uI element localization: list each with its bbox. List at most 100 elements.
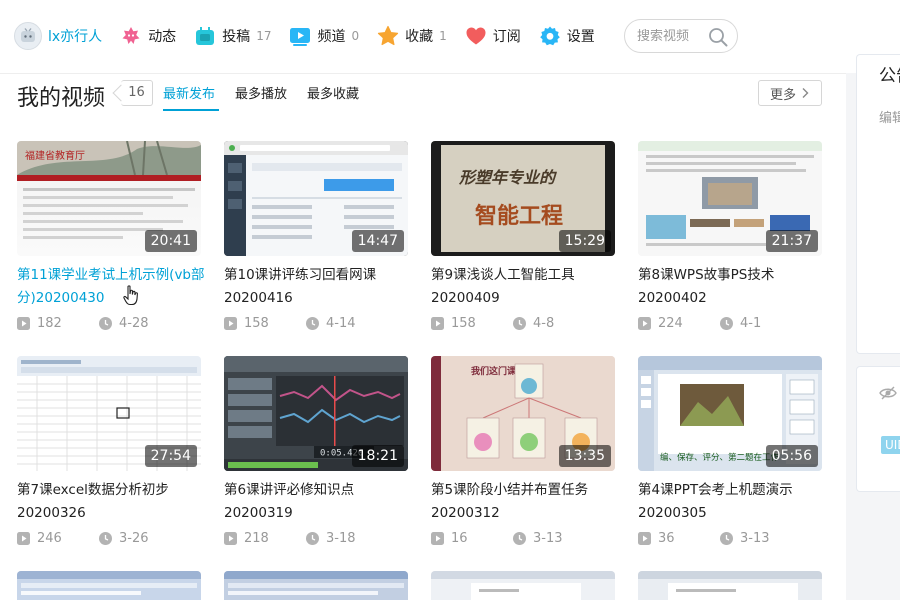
upload-date: 3-18	[326, 530, 356, 546]
video-card[interactable]: 14:47 第10课讲评练习回看网课20200416 158 4-14	[224, 141, 408, 332]
tab-most-favorited[interactable]: 最多收藏	[307, 83, 359, 102]
nav-label-subscriptions: 订阅	[492, 29, 521, 45]
video-thumbnail[interactable]: 14:47	[224, 141, 408, 256]
announcement-edit-link[interactable]: 编辑	[879, 107, 900, 126]
video-card[interactable]: 我们这门课 13:35 第5课阶段小结并布置任务20200312 16 3-13	[431, 356, 615, 547]
search-input[interactable]	[637, 28, 709, 44]
video-card[interactable]: 形塑年专业的 智能工程 15:29 第9课浅谈人工智能工具20200409 15…	[431, 141, 615, 332]
play-count: 36	[658, 530, 675, 546]
play-count-icon	[224, 316, 237, 330]
thumbnail-image-document-window	[431, 571, 615, 600]
eye-hidden-icon[interactable]	[879, 385, 897, 401]
video-thumbnail[interactable]: 编、保存、评分、第二题在工作 05:56	[638, 356, 822, 471]
upload-tv-icon	[194, 25, 216, 47]
video-meta: 158 4-8	[431, 314, 615, 332]
video-thumbnail[interactable]: 福建省教育厅 20:41	[17, 141, 201, 256]
more-button[interactable]: 更多	[758, 80, 822, 106]
video-duration: 21:37	[765, 230, 818, 252]
video-thumbnail[interactable]: 0:05.420 18:21	[224, 356, 408, 471]
video-card[interactable]: 21:37 第8课WPS故事PS技术20200402 224 4-1	[638, 141, 822, 332]
play-count-icon	[17, 316, 30, 330]
nav-divider	[0, 73, 846, 74]
nav-label-settings: 设置	[566, 29, 595, 45]
announcement-card: 公告 编辑	[856, 54, 900, 354]
nav-label-submissions: 投稿	[222, 29, 251, 45]
video-title[interactable]: 第6课讲评必修知识点20200319	[224, 479, 414, 525]
video-card[interactable]: 0:05.420 18:21 第6课讲评必修知识点20200319 218 3-…	[224, 356, 408, 547]
video-duration: 20:41	[144, 230, 197, 252]
active-tab-indicator	[163, 109, 219, 111]
video-card[interactable]: 编、保存、评分、第二题在工作 05:56 第4课PPT会考上机题演示202003…	[638, 356, 822, 547]
nav-channels[interactable]: 频道 0	[289, 18, 359, 54]
video-duration: 15:29	[558, 230, 611, 252]
tab-latest[interactable]: 最新发布	[163, 83, 215, 102]
video-duration: 13:35	[558, 445, 611, 467]
search-icon[interactable]	[708, 27, 728, 51]
video-duration: 27:54	[144, 445, 197, 467]
nav-settings[interactable]: 设置	[539, 18, 595, 54]
nav-submissions[interactable]: 投稿 17	[194, 18, 271, 54]
nav-user[interactable]: lx亦行人	[14, 18, 102, 54]
video-meta: 158 4-14	[224, 314, 408, 332]
video-title[interactable]: 第4课PPT会考上机题演示20200305	[638, 479, 828, 525]
play-count: 218	[244, 530, 269, 546]
video-title[interactable]: 第10课讲评练习回看网课20200416	[224, 264, 414, 310]
thumbnail-image-office-window	[17, 571, 201, 600]
video-thumbnail-partial[interactable]	[224, 571, 408, 600]
clock-icon	[513, 531, 526, 545]
nav-dynamic[interactable]: 动态	[120, 18, 176, 54]
svg-text:智能工程: 智能工程	[475, 203, 563, 229]
channel-icon	[289, 25, 311, 47]
video-thumbnail-partial[interactable]	[638, 571, 822, 600]
video-title[interactable]: 第5课阶段小结并布置任务20200312	[431, 479, 621, 525]
play-count: 158	[244, 315, 269, 331]
video-thumbnail-partial[interactable]	[431, 571, 615, 600]
video-thumbnail[interactable]: 形塑年专业的 智能工程 15:29	[431, 141, 615, 256]
nav-label-channels: 频道	[317, 29, 346, 45]
video-thumbnail[interactable]: 21:37	[638, 141, 822, 256]
svg-text:我们这门课: 我们这门课	[471, 365, 517, 377]
clock-icon	[720, 316, 733, 330]
video-thumbnail-partial[interactable]	[17, 571, 201, 600]
nav-count-favorites: 1	[439, 29, 447, 43]
video-card[interactable]: 福建省教育厅 20:41 第11课学业考试上机示例(vb部分)20200430 …	[17, 141, 205, 332]
video-meta: 16 3-13	[431, 529, 615, 547]
video-title[interactable]: 第11课学业考试上机示例(vb部分)20200430	[17, 264, 207, 310]
video-card[interactable]: 27:54 第7课excel数据分析初步20200326 246 3-26	[17, 356, 201, 547]
avatar[interactable]	[14, 22, 42, 50]
dynamic-icon	[120, 25, 142, 47]
more-label: 更多	[769, 87, 796, 103]
play-count-icon	[638, 531, 651, 545]
top-nav: lx亦行人 动态 投稿 17 频道 0 收藏 1 订阅 设置	[0, 0, 900, 72]
announcement-title: 公告	[879, 66, 900, 86]
user-name[interactable]: lx亦行人	[48, 26, 102, 46]
play-count: 182	[37, 315, 62, 331]
play-count: 158	[451, 315, 476, 331]
thumbnail-image-office-window	[224, 571, 408, 600]
section-title: 我的视频	[17, 86, 106, 111]
video-title[interactable]: 第8课WPS故事PS技术20200402	[638, 264, 828, 310]
video-duration: 18:21	[351, 445, 404, 467]
video-meta: 36 3-13	[638, 529, 822, 547]
upload-date: 4-14	[326, 315, 356, 331]
upload-date: 4-1	[740, 315, 762, 331]
star-icon	[377, 25, 399, 47]
upload-date: 3-26	[119, 530, 149, 546]
play-count-icon	[431, 316, 444, 330]
video-title[interactable]: 第7课excel数据分析初步20200326	[17, 479, 207, 525]
tab-most-played[interactable]: 最多播放	[235, 83, 287, 102]
video-title[interactable]: 第9课浅谈人工智能工具20200409	[431, 264, 621, 310]
svg-text:编、保存、评分、第二题在工作: 编、保存、评分、第二题在工作	[660, 452, 780, 463]
nav-subscriptions[interactable]: 订阅	[465, 18, 521, 54]
chevron-right-icon	[802, 88, 809, 98]
play-count: 224	[658, 315, 683, 331]
nav-favorites[interactable]: 收藏 1	[377, 18, 447, 54]
upload-date: 3-13	[533, 530, 563, 546]
video-thumbnail[interactable]: 我们这门课 13:35	[431, 356, 615, 471]
clock-icon	[306, 531, 319, 545]
video-search[interactable]	[624, 19, 738, 53]
play-count-icon	[224, 531, 237, 545]
play-count-icon	[431, 531, 444, 545]
video-duration: 05:56	[765, 445, 818, 467]
video-thumbnail[interactable]: 27:54	[17, 356, 201, 471]
